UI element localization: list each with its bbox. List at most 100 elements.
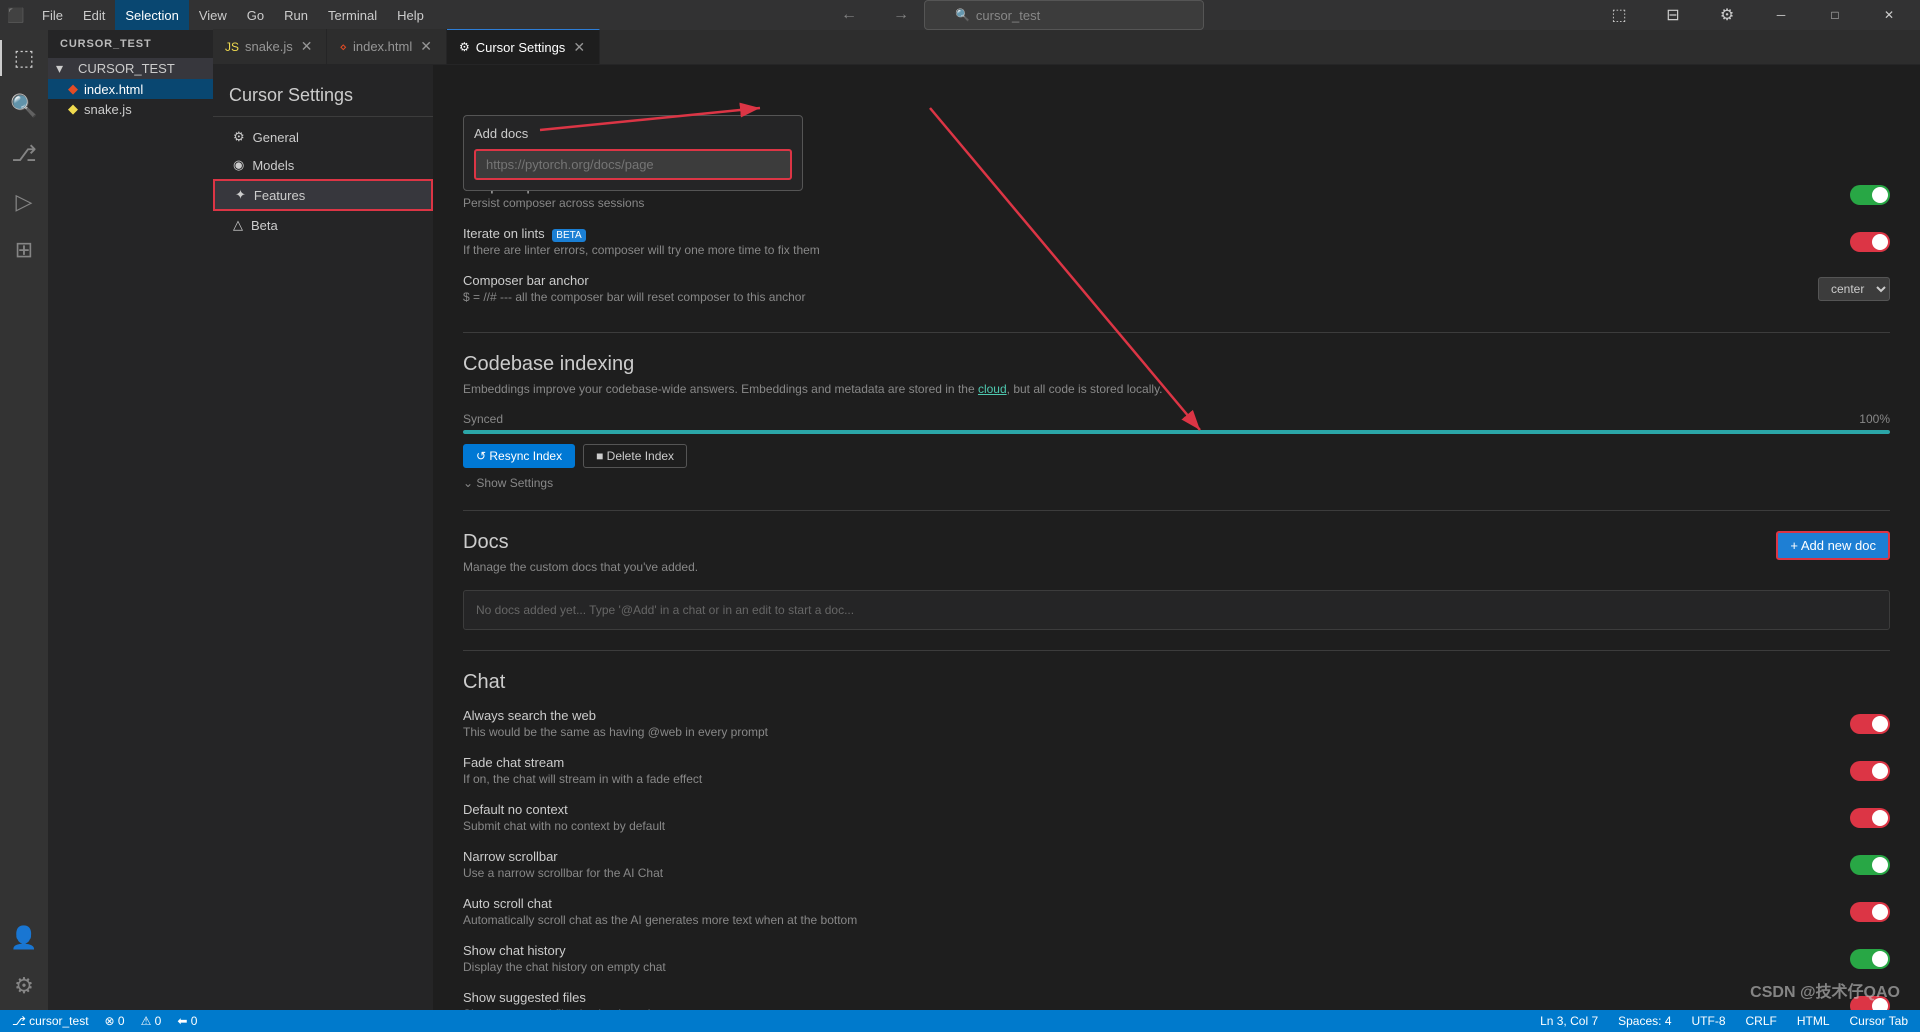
folder-label: CURSOR_TEST: [78, 61, 205, 76]
chat-toggle-3[interactable]: [1850, 855, 1890, 875]
cursor-position[interactable]: Ln 3, Col 7: [1536, 1014, 1602, 1028]
run-debug-icon[interactable]: ▷: [0, 178, 48, 226]
chat-label-3: Narrow scrollbar: [463, 849, 1830, 864]
warnings-count[interactable]: ⚠ 0: [137, 1014, 166, 1028]
layout-icon[interactable]: ⬚: [1596, 0, 1642, 30]
iterate-lints-toggle[interactable]: [1850, 232, 1890, 252]
cloud-link[interactable]: cloud: [978, 382, 1007, 396]
nav-forward[interactable]: →: [878, 0, 924, 30]
add-docs-popup: Add docs: [463, 115, 803, 191]
chat-toggle-4[interactable]: [1850, 902, 1890, 922]
chat-label-0: Always search the web: [463, 708, 1830, 723]
source-control-icon[interactable]: ⎇: [0, 130, 48, 178]
menu-bar: File Edit Selection View Go Run Terminal…: [32, 0, 434, 30]
file-index-html[interactable]: ◆ index.html: [48, 79, 213, 99]
composer-persistence-toggle[interactable]: [1850, 185, 1890, 205]
menu-file[interactable]: File: [32, 0, 73, 30]
index-buttons: ↺ Resync Index ■ Delete Index: [463, 444, 1890, 468]
settings-tab-icon: ⚙: [459, 40, 470, 54]
chat-toggle-0[interactable]: [1850, 714, 1890, 734]
progress-bar: [463, 430, 1890, 434]
search-icon: 🔍: [955, 8, 970, 22]
tab-close-settings[interactable]: ✕: [571, 37, 587, 58]
nav-label: Beta: [251, 218, 278, 233]
progress-container: Synced 100%: [463, 412, 1890, 434]
nav-label: General: [253, 130, 299, 145]
settings-icon[interactable]: ⚙: [1704, 0, 1750, 30]
git-branch[interactable]: ⎇ cursor_test: [8, 1014, 93, 1028]
html-file-icon: ◆: [68, 81, 78, 97]
indent-size[interactable]: Spaces: 4: [1614, 1014, 1675, 1028]
errors-count[interactable]: ⊗ 0: [101, 1014, 129, 1028]
nav-features[interactable]: ✦ Features: [213, 179, 433, 211]
minimize-button[interactable]: ─: [1758, 0, 1804, 30]
manage-icon[interactable]: ⚙: [0, 962, 48, 1010]
tab-snake-js[interactable]: JS snake.js ✕: [213, 29, 327, 64]
chat-setting-info-3: Narrow scrollbar Use a narrow scrollbar …: [463, 849, 1830, 880]
menu-edit[interactable]: Edit: [73, 0, 115, 30]
menu-go[interactable]: Go: [237, 0, 274, 30]
menu-terminal[interactable]: Terminal: [318, 0, 387, 30]
statusbar: ⎇ cursor_test ⊗ 0 ⚠ 0 ⬅ 0 Ln 3, Col 7 Sp…: [0, 1010, 1920, 1032]
tab-close-index[interactable]: ✕: [418, 36, 434, 57]
nav-general[interactable]: ⚙ General: [213, 123, 433, 151]
app-icon: ⬛: [8, 7, 24, 23]
chat-setting-1: Fade chat stream If on, the chat will st…: [463, 747, 1890, 794]
nav-beta[interactable]: △ Beta: [213, 211, 433, 239]
chat-setting-info-5: Show chat history Display the chat histo…: [463, 943, 1830, 974]
chat-toggle-5[interactable]: [1850, 949, 1890, 969]
chat-label-1: Fade chat stream: [463, 755, 1830, 770]
activity-bar: ⬚ 🔍 ⎇ ▷ ⊞ 👤 ⚙: [0, 30, 48, 1010]
titlebar-center: ← → 🔍 cursor_test: [434, 0, 1596, 30]
titlebar: ⬛ File Edit Selection View Go Run Termin…: [0, 0, 1920, 30]
statusbar-right: Ln 3, Col 7 Spaces: 4 UTF-8 CRLF HTML Cu…: [1536, 1014, 1912, 1028]
delete-index-button[interactable]: ■ Delete Index: [583, 444, 687, 468]
file-snake-js[interactable]: ◆ snake.js: [48, 99, 213, 119]
codebase-desc: Embeddings improve your codebase-wide an…: [463, 382, 1890, 396]
folder-icon: ▾: [56, 60, 74, 77]
global-search[interactable]: 🔍 cursor_test: [924, 0, 1204, 30]
tab-index-html[interactable]: ⋄ index.html ✕: [327, 29, 447, 64]
progress-label: Synced 100%: [463, 412, 1890, 426]
show-settings-toggle[interactable]: ⌄ Show Settings: [463, 476, 1890, 490]
line-ending[interactable]: CRLF: [1742, 1014, 1781, 1028]
search-activity-icon[interactable]: 🔍: [0, 82, 48, 130]
general-icon: ⚙: [233, 129, 245, 145]
menu-selection[interactable]: Selection: [115, 0, 188, 30]
menu-run[interactable]: Run: [274, 0, 318, 30]
explorer-icon[interactable]: ⬚: [0, 34, 48, 82]
resync-index-button[interactable]: ↺ Resync Index: [463, 444, 575, 468]
chat-toggle-2[interactable]: [1850, 808, 1890, 828]
encoding[interactable]: UTF-8: [1688, 1014, 1730, 1028]
docs-desc: Manage the custom docs that you've added…: [463, 560, 1890, 574]
menu-view[interactable]: View: [189, 0, 237, 30]
menu-help[interactable]: Help: [387, 0, 434, 30]
maximize-button[interactable]: □: [1812, 0, 1858, 30]
split-icon[interactable]: ⊟: [1650, 0, 1696, 30]
chat-setting-info-6: Show suggested files Show suggested file…: [463, 990, 1830, 1010]
chat-toggle-1[interactable]: [1850, 761, 1890, 781]
close-button[interactable]: ✕: [1866, 0, 1912, 30]
explorer-sidebar: CURSOR_TEST ▾ CURSOR_TEST ◆ index.html ◆…: [48, 30, 213, 1010]
add-new-doc-button[interactable]: + Add new doc: [1776, 531, 1890, 560]
account-icon[interactable]: 👤: [0, 914, 48, 962]
extensions-icon[interactable]: ⊞: [0, 226, 48, 274]
divider-1: [463, 332, 1890, 333]
file-label: snake.js: [84, 102, 132, 117]
tab-cursor-settings[interactable]: ⚙ Cursor Settings ✕: [447, 29, 600, 64]
chat-setting-info-4: Auto scroll chat Automatically scroll ch…: [463, 896, 1830, 927]
nav-back[interactable]: ←: [826, 0, 872, 30]
chat-toggle-6[interactable]: [1850, 996, 1890, 1011]
features-icon: ✦: [235, 187, 246, 203]
language-mode[interactable]: HTML: [1793, 1014, 1834, 1028]
nav-models[interactable]: ◉ Models: [213, 151, 433, 179]
composer-anchor-select[interactable]: center: [1818, 277, 1890, 301]
add-docs-input[interactable]: [474, 149, 792, 180]
project-folder[interactable]: ▾ CURSOR_TEST: [48, 58, 213, 79]
cursor-tab[interactable]: Cursor Tab: [1846, 1014, 1912, 1028]
window-controls: ⬚ ⊟ ⚙ ─ □ ✕: [1596, 0, 1912, 30]
info-count[interactable]: ⬅ 0: [173, 1014, 201, 1028]
tab-close-snake[interactable]: ✕: [299, 36, 315, 57]
progress-fill: [463, 430, 1890, 434]
chat-setting-info-2: Default no context Submit chat with no c…: [463, 802, 1830, 833]
